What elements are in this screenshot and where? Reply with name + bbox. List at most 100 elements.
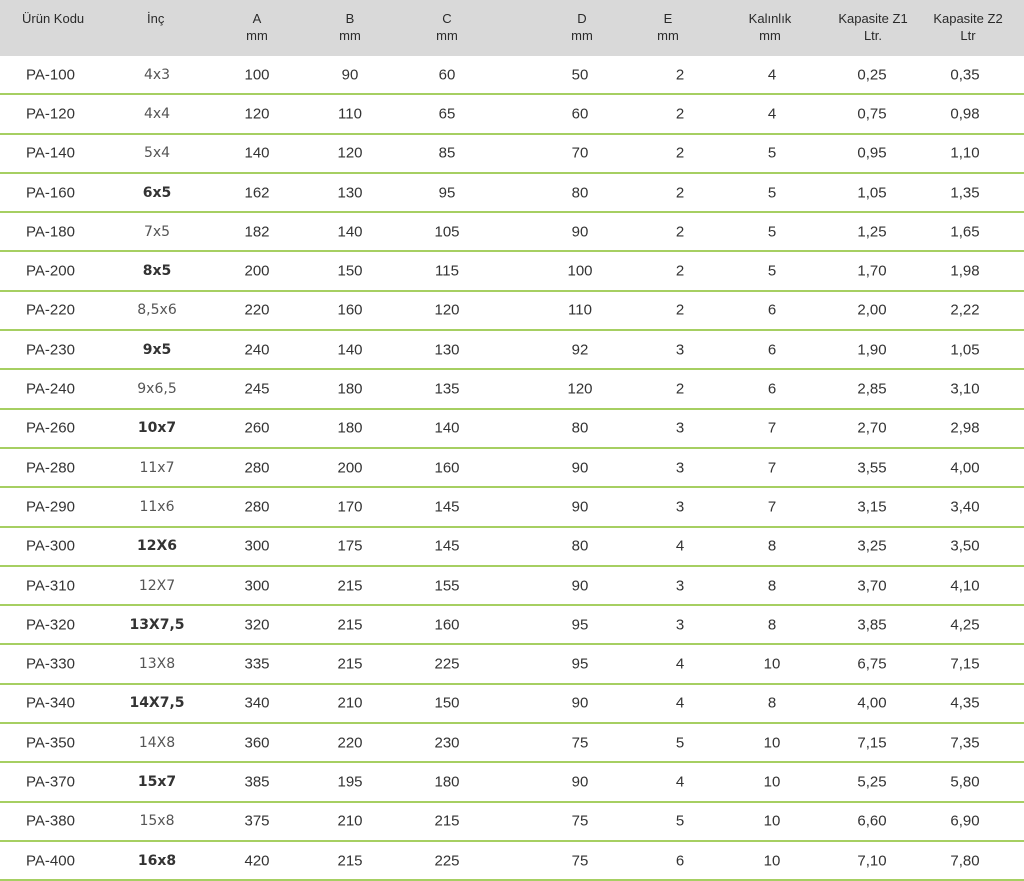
capacity-z2-cell: 4,35 [950,694,980,712]
capacity-z1-cell: 1,25 [857,223,887,241]
table-row: PA-230 9x5 240 140 130 92 3 6 1,90 1,05 [0,331,1024,371]
capacity-z2-cell: 0,35 [950,66,980,84]
dim-b-cell: 130 [337,184,363,202]
dim-e-cell: 5 [675,734,685,752]
capacity-z1-cell: 0,25 [857,66,887,84]
dim-d-cell: 60 [571,105,589,123]
capacity-z1-cell: 6,75 [857,655,887,673]
inch-size-cell: 9x5 [142,341,172,358]
dim-c-cell: 105 [434,223,460,241]
dim-d-cell: 95 [571,655,589,673]
capacity-z1-cell: 2,85 [857,380,887,398]
capacity-z2-cell: 6,90 [950,812,980,830]
dim-c-cell: 115 [435,262,459,280]
dim-d-cell: 90 [571,498,589,516]
capacity-z1-cell: 7,10 [857,852,887,870]
dim-d-cell: 90 [571,459,589,477]
header-e: Emm [657,11,679,43]
product-code-cell: PA-180 [26,223,75,241]
inch-size-cell: 13X8 [138,656,176,673]
dim-d-cell: 75 [571,734,589,752]
thickness-cell: 8 [767,537,777,555]
dim-b-cell: 195 [337,773,363,791]
dim-a-cell: 140 [244,144,270,162]
header-c: Cmm [436,11,458,43]
dim-c-cell: 140 [434,419,460,437]
inch-size-cell: 12X6 [136,538,178,555]
table-row: PA-160 6x5 162 130 95 80 2 5 1,05 1,35 [0,174,1024,214]
table-row: PA-380 15x8 375 210 215 75 5 10 6,60 6,90 [0,803,1024,842]
dim-e-cell: 3 [675,577,685,595]
dim-d-cell: 80 [571,537,589,555]
product-code-cell: PA-340 [26,694,75,712]
capacity-z1-cell: 3,25 [857,537,887,555]
thickness-cell: 7 [767,459,777,477]
dim-a-cell: 220 [244,301,270,319]
dim-c-cell: 155 [434,577,460,595]
product-code-cell: PA-370 [26,773,75,791]
inch-size-cell: 4x3 [143,66,171,83]
dim-b-cell: 140 [337,341,363,359]
capacity-z1-cell: 7,15 [857,734,887,752]
header-inch: İnç [147,11,165,26]
dim-a-cell: 375 [244,812,270,830]
dim-a-cell: 420 [244,852,270,870]
dim-e-cell: 3 [675,341,685,359]
header-code: Ürün Kodu [22,11,85,26]
dim-a-cell: 320 [244,616,270,634]
inch-size-cell: 13X7,5 [129,616,185,633]
product-code-cell: PA-280 [26,459,75,477]
thickness-cell: 8 [767,577,777,595]
dim-c-cell: 180 [434,773,460,791]
header-thickness: Kalınlık mm [748,11,792,43]
product-code-cell: PA-300 [26,537,75,555]
dim-c-cell: 85 [438,144,456,162]
header-d: Dmm [571,11,593,43]
dim-c-cell: 215 [434,812,460,830]
dim-c-cell: 145 [434,537,460,555]
capacity-z2-cell: 2,98 [950,419,980,437]
table-row: PA-220 8,5x6 220 160 120 110 2 6 2,00 2,22 [0,292,1024,332]
dim-c-cell: 145 [434,498,460,516]
thickness-cell: 7 [767,419,777,437]
product-code-cell: PA-350 [26,734,75,752]
inch-size-cell: 5x4 [143,145,171,162]
dim-b-cell: 120 [337,144,363,162]
dim-a-cell: 385 [244,773,270,791]
capacity-z1-cell: 5,25 [857,773,887,791]
dim-d-cell: 75 [571,852,589,870]
dim-a-cell: 300 [244,577,270,595]
dim-d-cell: 80 [571,419,589,437]
dim-e-cell: 4 [675,537,685,555]
dim-a-cell: 245 [244,380,270,398]
dim-b-cell: 200 [337,459,363,477]
dim-b-cell: 110 [338,105,362,123]
dim-b-cell: 160 [337,301,363,319]
table-row: PA-280 11x7 280 200 160 90 3 7 3,55 4,00 [0,449,1024,489]
dim-b-cell: 220 [337,734,363,752]
capacity-z1-cell: 3,85 [857,616,887,634]
dim-d-cell: 90 [571,223,589,241]
inch-size-cell: 16x8 [137,852,177,869]
dim-a-cell: 240 [244,341,270,359]
product-code-cell: PA-310 [26,577,75,595]
product-code-cell: PA-160 [26,184,75,202]
dim-d-cell: 75 [571,812,589,830]
capacity-z2-cell: 7,15 [950,655,980,673]
dim-e-cell: 4 [675,694,685,712]
dim-e-cell: 2 [675,144,685,162]
product-code-cell: PA-290 [26,498,75,516]
dim-d-cell: 110 [568,301,592,319]
inch-size-cell: 15x8 [139,813,175,830]
header-capacity-z1: Kapasite Z1 Ltr. [838,11,908,43]
capacity-z1-cell: 6,60 [857,812,887,830]
table-row: PA-370 15x7 385 195 180 90 4 10 5,25 5,80 [0,763,1024,803]
dim-e-cell: 5 [675,812,685,830]
dim-e-cell: 2 [675,66,685,84]
capacity-z1-cell: 3,70 [857,577,887,595]
dim-e-cell: 3 [675,459,685,477]
dim-e-cell: 2 [675,262,685,280]
thickness-cell: 8 [767,694,777,712]
dim-c-cell: 120 [434,301,460,319]
inch-size-cell: 9x6,5 [137,381,177,398]
